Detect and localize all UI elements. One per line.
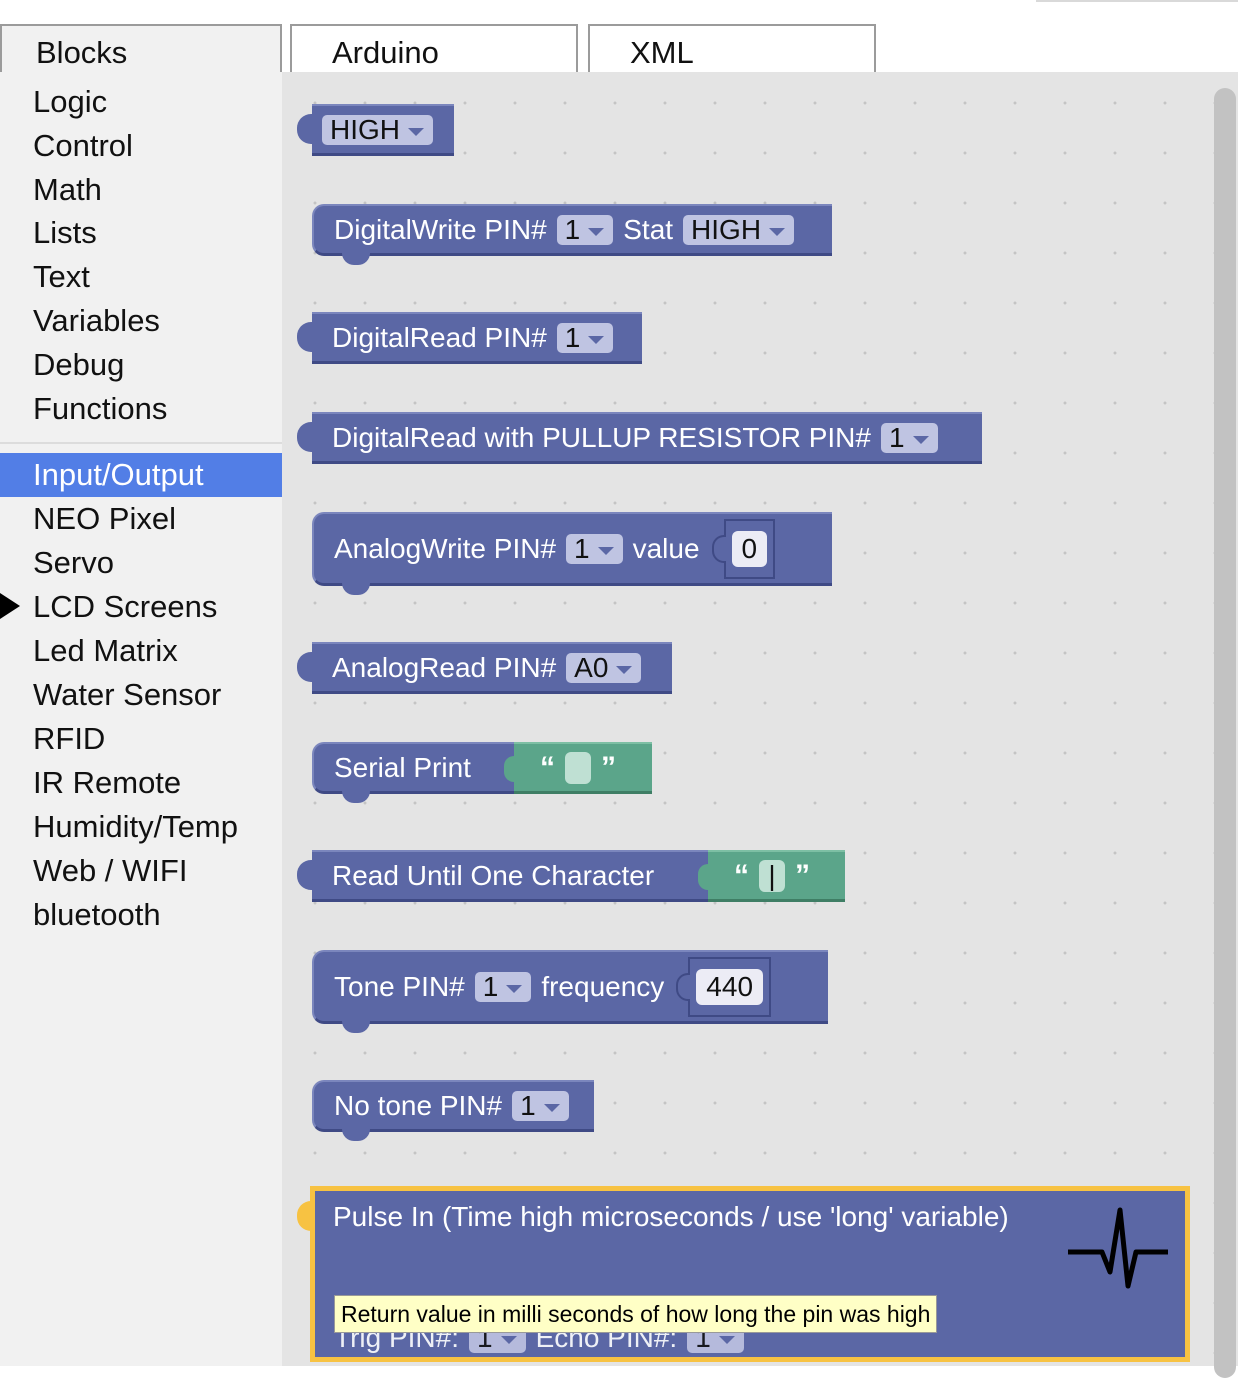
chevron-down-icon bbox=[588, 227, 605, 236]
input-connector bbox=[711, 534, 726, 563]
category-rfid[interactable]: RFID bbox=[0, 717, 282, 761]
stat-dropdown-value: HIGH bbox=[691, 213, 762, 245]
digital-read-pullup-block[interactable]: DigitalRead with PULLUP RESISTOR PIN# 1 bbox=[297, 412, 982, 464]
analog-read-label: AnalogRead PIN# bbox=[332, 651, 557, 683]
chevron-down-icon bbox=[506, 984, 523, 993]
stat-label: Stat bbox=[623, 213, 674, 245]
pulse-in-label: Pulse In (Time high microseconds / use '… bbox=[333, 1201, 1009, 1232]
analog-write-label: AnalogWrite PIN# bbox=[334, 532, 557, 564]
high-dropdown-value: HIGH bbox=[330, 113, 400, 145]
pulse-icon bbox=[1068, 1207, 1168, 1289]
text-field[interactable]: | bbox=[759, 859, 785, 892]
open-quote-icon: “ bbox=[540, 750, 555, 784]
category-ir-remote[interactable]: IR Remote bbox=[0, 761, 282, 805]
pin-dropdown[interactable]: 1 bbox=[566, 532, 623, 564]
category-lists[interactable]: Lists bbox=[0, 211, 282, 255]
chevron-down-icon bbox=[408, 127, 424, 136]
pin-dropdown-value: 1 bbox=[888, 421, 905, 453]
digital-read-pullup-label: DigitalRead with PULLUP RESISTOR PIN# bbox=[332, 421, 871, 453]
pin-dropdown-value: 1 bbox=[574, 532, 590, 564]
output-connector bbox=[698, 864, 708, 890]
tab-blocks[interactable]: Blocks bbox=[0, 24, 282, 72]
pin-dropdown[interactable]: 1 bbox=[474, 970, 532, 1002]
high-dropdown[interactable]: HIGH bbox=[322, 113, 433, 145]
frequency-number-field[interactable]: 440 bbox=[696, 968, 764, 1005]
category-water-sensor[interactable]: Water Sensor bbox=[0, 673, 282, 717]
category-lcd-screens[interactable]: LCD Screens bbox=[0, 585, 282, 629]
category-humidity-temp[interactable]: Humidity/Temp bbox=[0, 805, 282, 849]
category-led-matrix[interactable]: Led Matrix bbox=[0, 629, 282, 673]
digital-read-block[interactable]: DigitalRead PIN# 1 bbox=[297, 312, 642, 364]
high-value-block[interactable]: HIGH bbox=[297, 104, 454, 156]
category-sidebar: Logic Control Math Lists Text Variables … bbox=[0, 72, 282, 1366]
output-connector bbox=[504, 756, 514, 782]
chevron-down-icon bbox=[588, 335, 605, 344]
text-string-block[interactable]: “ | ” bbox=[698, 850, 845, 902]
category-separator bbox=[0, 442, 282, 444]
stat-dropdown[interactable]: HIGH bbox=[683, 213, 795, 245]
analog-read-block[interactable]: AnalogRead PIN# A0 bbox=[297, 642, 672, 694]
digital-write-label: DigitalWrite PIN# bbox=[334, 213, 547, 245]
pin-dropdown-value: 1 bbox=[482, 970, 499, 1002]
digital-write-block[interactable]: DigitalWrite PIN# 1 Stat HIGH bbox=[312, 204, 832, 265]
digital-read-label: DigitalRead PIN# bbox=[332, 321, 547, 353]
chevron-down-icon bbox=[616, 665, 633, 674]
chevron-down-icon bbox=[597, 546, 614, 555]
text-field[interactable] bbox=[565, 751, 591, 784]
chevron-down-icon bbox=[769, 227, 786, 236]
category-logic[interactable]: Logic bbox=[0, 80, 282, 124]
value-label: value bbox=[632, 532, 700, 564]
tab-xml[interactable]: XML bbox=[588, 24, 876, 72]
no-tone-label: No tone PIN# bbox=[334, 1089, 503, 1121]
serial-print-label: Serial Print bbox=[334, 751, 471, 783]
analog-write-block[interactable]: AnalogWrite PIN# 1 value 0 bbox=[312, 512, 832, 595]
no-tone-block[interactable]: No tone PIN# 1 bbox=[312, 1080, 594, 1141]
category-bluetooth[interactable]: bluetooth bbox=[0, 893, 282, 937]
category-web-wifi[interactable]: Web / WIFI bbox=[0, 849, 282, 893]
category-math[interactable]: Math bbox=[0, 168, 282, 212]
tab-bar: Blocks Arduino XML bbox=[0, 0, 1238, 72]
tone-label: Tone PIN# bbox=[334, 970, 465, 1002]
pin-dropdown-value: 1 bbox=[520, 1089, 536, 1121]
category-debug[interactable]: Debug bbox=[0, 343, 282, 387]
frequency-label: frequency bbox=[541, 970, 665, 1002]
pin-dropdown-value: 1 bbox=[564, 321, 581, 353]
frequency-input-socket: 440 bbox=[676, 956, 772, 1017]
pin-dropdown[interactable]: 1 bbox=[556, 213, 614, 245]
chevron-down-icon bbox=[718, 1336, 735, 1344]
pin-dropdown[interactable]: 1 bbox=[556, 321, 614, 353]
category-variables[interactable]: Variables bbox=[0, 299, 282, 343]
close-quote-icon: ” bbox=[601, 750, 616, 784]
category-functions[interactable]: Functions bbox=[0, 387, 282, 431]
pin-dropdown-value: A0 bbox=[574, 651, 609, 683]
category-neo-pixel[interactable]: NEO Pixel bbox=[0, 497, 282, 541]
read-until-label: Read Until One Character bbox=[332, 859, 655, 891]
input-connector bbox=[676, 972, 691, 1001]
chevron-down-icon bbox=[912, 435, 929, 444]
open-quote-icon: “ bbox=[734, 858, 749, 892]
block-tooltip: Return value in milli seconds of how lon… bbox=[334, 1295, 938, 1333]
category-lcd-screens-label: LCD Screens bbox=[33, 589, 218, 624]
block-flyout bbox=[282, 72, 1238, 1366]
category-text[interactable]: Text bbox=[0, 255, 282, 299]
pin-dropdown[interactable]: A0 bbox=[566, 651, 642, 683]
value-number-field[interactable]: 0 bbox=[731, 530, 768, 567]
category-servo[interactable]: Servo bbox=[0, 541, 282, 585]
tab-arduino[interactable]: Arduino bbox=[290, 24, 578, 72]
category-input-output[interactable]: Input/Output bbox=[0, 453, 282, 497]
pin-dropdown-value: 1 bbox=[564, 213, 581, 245]
tone-block[interactable]: Tone PIN# 1 frequency 440 bbox=[312, 950, 828, 1033]
close-quote-icon: ” bbox=[795, 858, 810, 892]
chevron-down-icon bbox=[543, 1103, 560, 1112]
pin-dropdown[interactable]: 1 bbox=[512, 1089, 569, 1121]
divider bbox=[1036, 0, 1238, 2]
category-control[interactable]: Control bbox=[0, 124, 282, 168]
pin-dropdown[interactable]: 1 bbox=[880, 421, 938, 453]
expand-arrow-icon[interactable] bbox=[0, 593, 20, 619]
chevron-down-icon bbox=[500, 1336, 517, 1344]
text-string-block[interactable]: “ ” bbox=[504, 742, 652, 794]
value-input-socket: 0 bbox=[711, 518, 776, 579]
flyout-scrollbar[interactable] bbox=[1214, 88, 1236, 1378]
